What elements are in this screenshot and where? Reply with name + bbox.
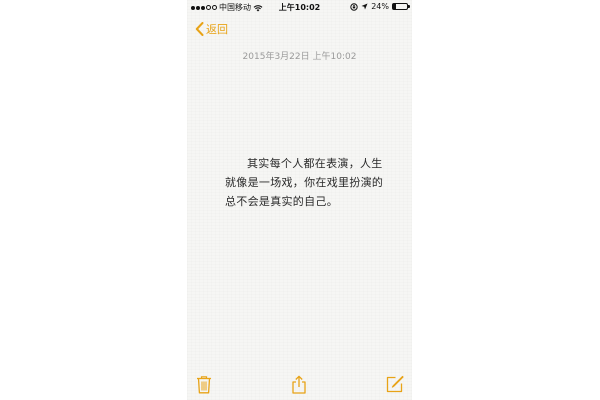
share-button[interactable] <box>288 373 310 395</box>
status-right: 24% <box>350 2 410 11</box>
trash-icon <box>197 375 211 393</box>
battery-fill <box>393 4 397 9</box>
battery-percent: 24% <box>371 2 389 11</box>
status-bar: 中国移动 上午10:02 24% <box>187 0 412 14</box>
rotation-lock-icon <box>350 2 358 11</box>
note-body[interactable]: 其实每个人都在表演，人生就像是一场戏，你在戏里扮演的总不会是真实的自己。 <box>225 154 385 211</box>
compose-button[interactable] <box>384 373 406 395</box>
chevron-left-icon <box>195 22 204 36</box>
back-label: 返回 <box>206 23 228 36</box>
battery-icon <box>392 3 410 10</box>
compose-icon <box>386 375 404 393</box>
share-icon <box>292 375 306 394</box>
location-icon <box>361 3 368 10</box>
note-date: 2015年3月22日 上午10:02 <box>242 52 357 62</box>
notes-screen: 中国移动 上午10:02 24% 返回 2015年3月22日 上午10:02 其… <box>187 0 412 400</box>
delete-button[interactable] <box>193 373 215 395</box>
back-button[interactable]: 返回 <box>195 21 228 37</box>
